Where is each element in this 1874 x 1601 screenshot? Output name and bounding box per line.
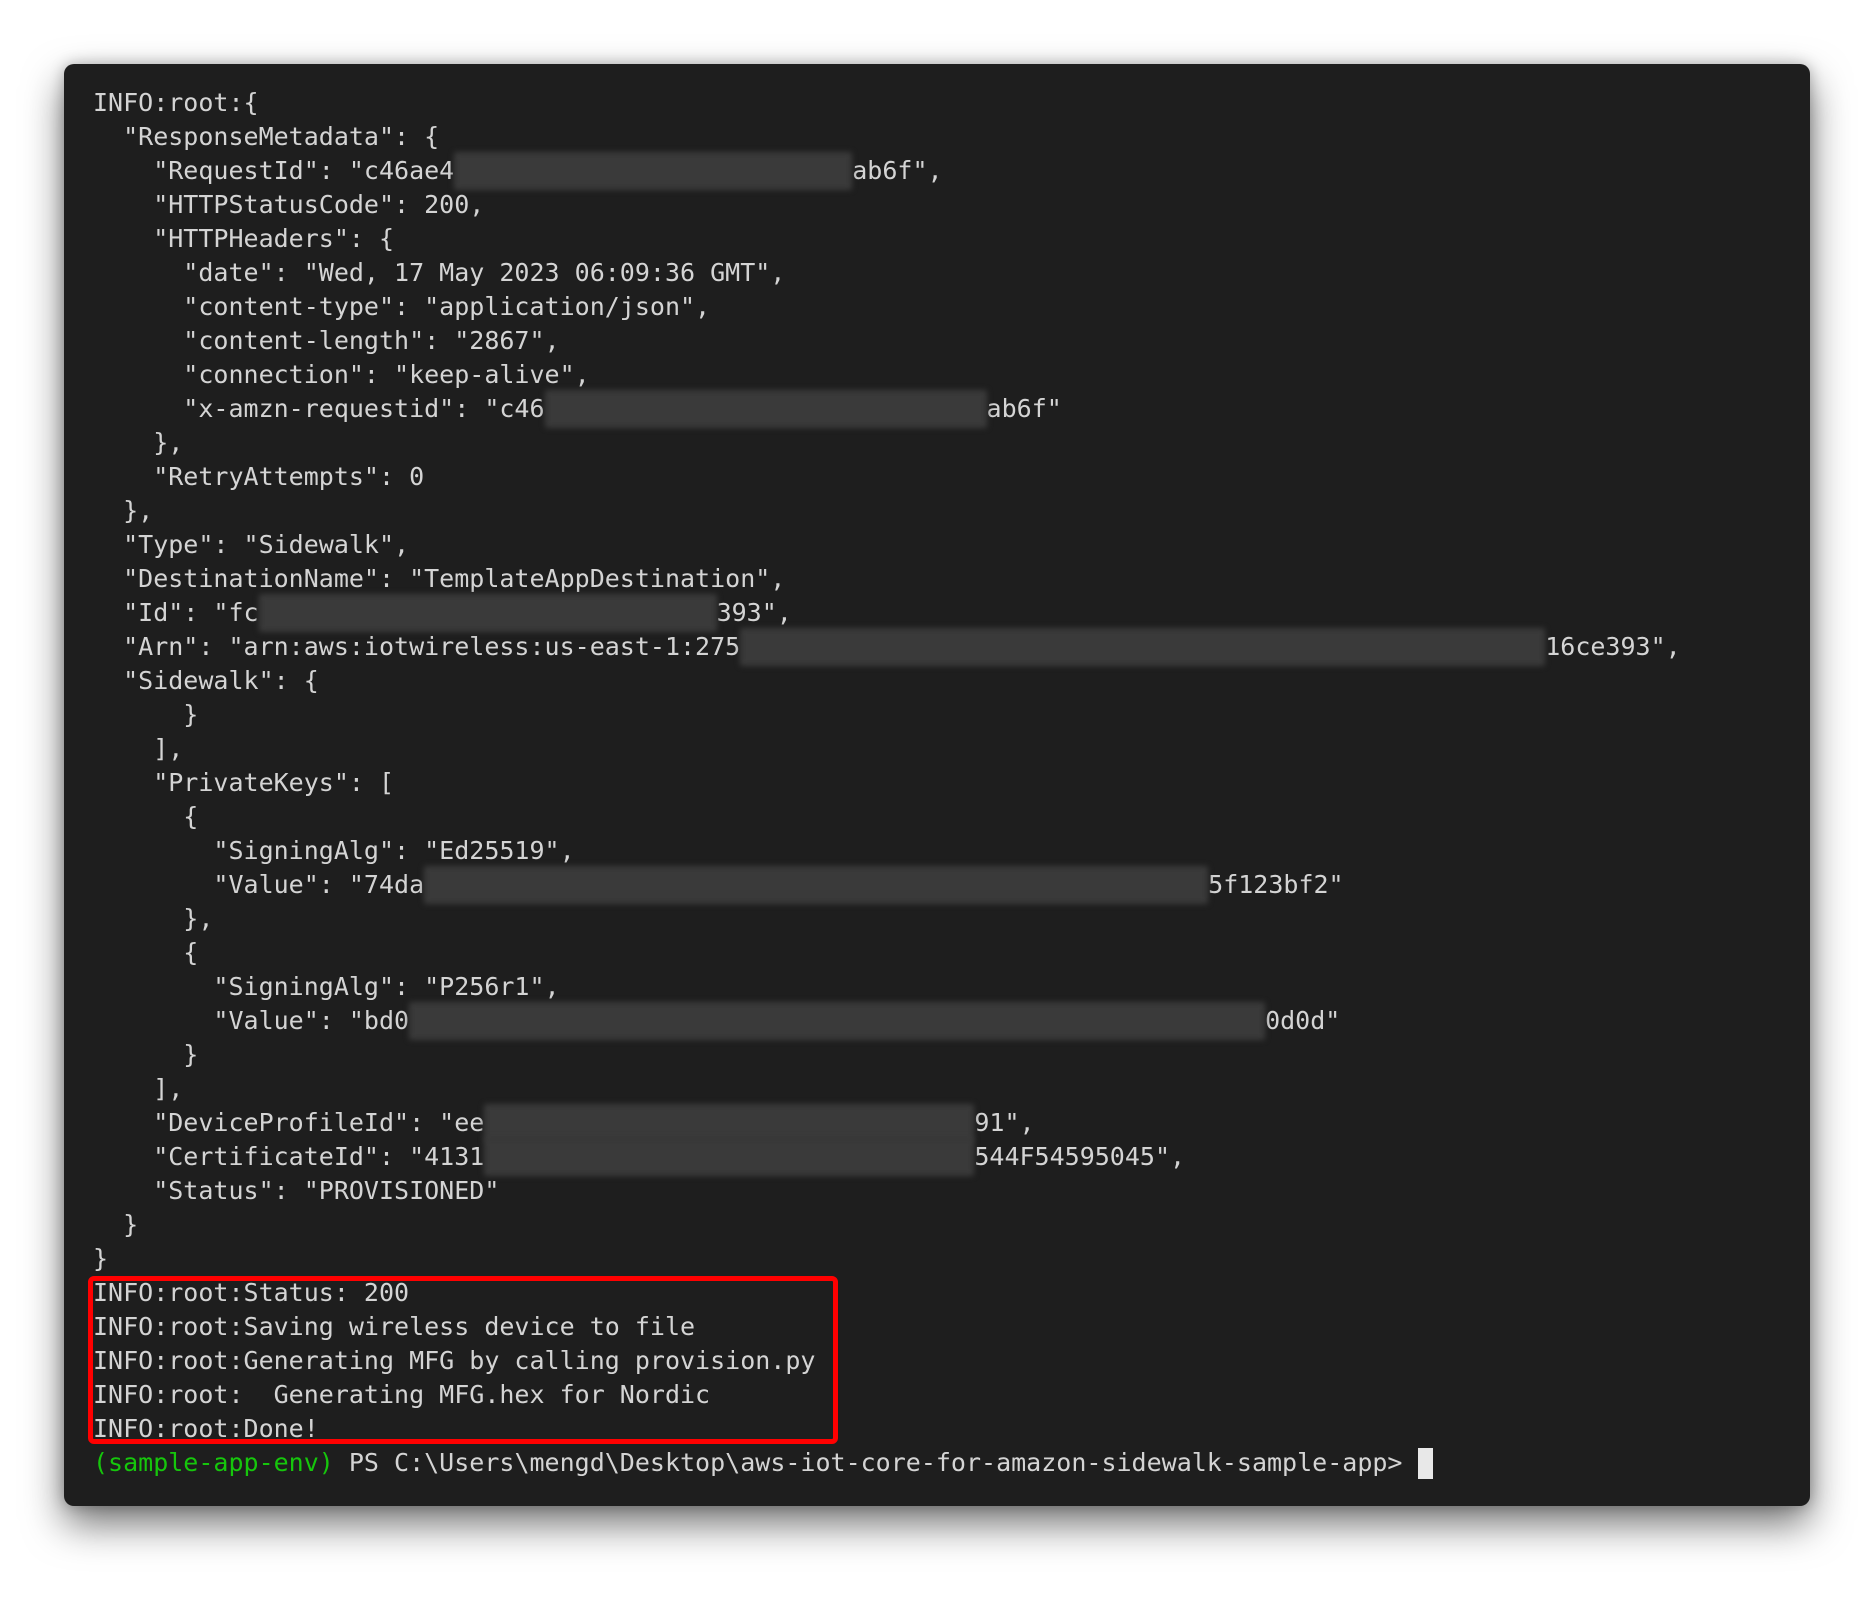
line-text: "PrivateKeys": [ xyxy=(93,768,395,797)
line-text-after: ab6f", xyxy=(852,156,943,185)
output-line: "HTTPStatusCode": 200, xyxy=(93,188,1790,222)
virtualenv-label: (sample-app-env) xyxy=(93,1448,334,1477)
output-line: "Type": "Sidewalk", xyxy=(93,528,1790,562)
output-line: "Arn": "arn:aws:iotwireless:us-east-1:27… xyxy=(93,628,1790,666)
redacted-region xyxy=(484,1104,975,1142)
output-line: "HTTPHeaders": { xyxy=(93,222,1790,256)
output-line: "SigningAlg": "Ed25519", xyxy=(93,834,1790,868)
line-text: } xyxy=(93,700,199,729)
line-text: "ResponseMetadata": { xyxy=(93,122,440,151)
output-line: "ResponseMetadata": { xyxy=(93,120,1790,154)
line-text: ], xyxy=(93,734,184,763)
output-line: "content-length": "2867", xyxy=(93,324,1790,358)
line-text: } xyxy=(93,1210,139,1239)
redacted-region xyxy=(424,866,1209,904)
line-text: ], xyxy=(93,1074,184,1103)
output-line: "PrivateKeys": [ xyxy=(93,766,1790,800)
line-text: "CertificateId": "4131 xyxy=(93,1142,485,1171)
prompt-path: PS C:\Users\mengd\Desktop\aws-iot-core-f… xyxy=(333,1448,1403,1477)
line-text: "Type": "Sidewalk", xyxy=(93,530,410,559)
output-line: ], xyxy=(93,1072,1790,1106)
output-line: "DestinationName": "TemplateAppDestinati… xyxy=(93,562,1790,596)
line-text: }, xyxy=(93,496,154,525)
line-text: } xyxy=(93,1244,109,1273)
line-text: "RequestId": "c46ae4 xyxy=(93,156,455,185)
output-line: }, xyxy=(93,902,1790,936)
output-line: "Status": "PROVISIONED" xyxy=(93,1174,1790,1208)
output-line: { xyxy=(93,800,1790,834)
line-text: } xyxy=(93,1040,199,1069)
output-line: "Value": "bd0 0d0d" xyxy=(93,1002,1790,1040)
line-text: "HTTPStatusCode": 200, xyxy=(93,190,485,219)
line-text: INFO:root:{ xyxy=(93,88,259,117)
line-text: "content-type": "application/json", xyxy=(93,292,711,321)
output-line: "Value": "74da 5f123bf2" xyxy=(93,866,1790,904)
line-text: "DestinationName": "TemplateAppDestinati… xyxy=(93,564,786,593)
output-line: "content-type": "application/json", xyxy=(93,290,1790,324)
redacted-region xyxy=(409,1002,1266,1040)
line-text: "Status": "PROVISIONED" xyxy=(93,1176,500,1205)
highlight-box xyxy=(88,1276,838,1444)
line-text: "content-length": "2867", xyxy=(93,326,560,355)
output-line: "DeviceProfileId": "ee 91", xyxy=(93,1104,1790,1142)
output-line: } xyxy=(93,1242,1790,1276)
output-line: "RetryAttempts": 0 xyxy=(93,460,1790,494)
output-line: } xyxy=(93,1208,1790,1242)
terminal-window[interactable]: INFO:root:{ "ResponseMetadata": { "Reque… xyxy=(64,64,1810,1506)
line-text: "connection": "keep-alive", xyxy=(93,360,590,389)
redacted-region xyxy=(544,390,987,428)
line-text: "x-amzn-requestid": "c46 xyxy=(93,394,545,423)
output-line: "CertificateId": "4131 544F54595045", xyxy=(93,1138,1790,1176)
output-line: "date": "Wed, 17 May 2023 06:09:36 GMT", xyxy=(93,256,1790,290)
line-text: "DeviceProfileId": "ee xyxy=(93,1108,485,1137)
line-text-after: 16ce393", xyxy=(1545,632,1681,661)
line-text: }, xyxy=(93,428,184,457)
output-line: ], xyxy=(93,732,1790,766)
output-line: "Id": "fc 393", xyxy=(93,594,1790,632)
output-line: "RequestId": "c46ae4 ab6f", xyxy=(93,152,1790,190)
line-text: "Value": "74da xyxy=(93,870,425,899)
terminal-output: INFO:root:{ "ResponseMetadata": { "Reque… xyxy=(93,86,1790,1480)
line-text-after: 393", xyxy=(716,598,792,627)
line-text: "Sidewalk": { xyxy=(93,666,319,695)
output-line: } xyxy=(93,1038,1790,1072)
line-text: { xyxy=(93,802,199,831)
output-line: }, xyxy=(93,494,1790,528)
line-text: "Value": "bd0 xyxy=(93,1006,410,1035)
output-line: INFO:root:{ xyxy=(93,86,1790,120)
line-text: "date": "Wed, 17 May 2023 06:09:36 GMT", xyxy=(93,258,786,287)
line-text: "Arn": "arn:aws:iotwireless:us-east-1:27… xyxy=(93,632,741,661)
output-line: "connection": "keep-alive", xyxy=(93,358,1790,392)
line-text-after: 91", xyxy=(974,1108,1035,1137)
prompt-line[interactable]: (sample-app-env) PS C:\Users\mengd\Deskt… xyxy=(93,1446,1790,1480)
output-line: } xyxy=(93,698,1790,732)
line-text-after: 0d0d" xyxy=(1265,1006,1341,1035)
output-line: "SigningAlg": "P256r1", xyxy=(93,970,1790,1004)
line-text: "SigningAlg": "P256r1", xyxy=(93,972,560,1001)
output-line: "Sidewalk": { xyxy=(93,664,1790,698)
line-text: "SigningAlg": "Ed25519", xyxy=(93,836,575,865)
line-text: "RetryAttempts": 0 xyxy=(93,462,425,491)
line-text: "Id": "fc xyxy=(93,598,259,627)
redacted-region xyxy=(740,628,1546,666)
output-line: "x-amzn-requestid": "c46 ab6f" xyxy=(93,390,1790,428)
text-cursor xyxy=(1418,1447,1434,1479)
line-text-after: ab6f" xyxy=(986,394,1062,423)
redacted-region xyxy=(454,152,853,190)
redacted-region xyxy=(484,1138,975,1176)
line-text-after: 5f123bf2" xyxy=(1208,870,1344,899)
line-text: { xyxy=(93,938,199,967)
redacted-region xyxy=(258,594,717,632)
line-text: "HTTPHeaders": { xyxy=(93,224,395,253)
output-line: { xyxy=(93,936,1790,970)
output-line: }, xyxy=(93,426,1790,460)
line-text-after: 544F54595045", xyxy=(974,1142,1186,1171)
line-text: }, xyxy=(93,904,214,933)
